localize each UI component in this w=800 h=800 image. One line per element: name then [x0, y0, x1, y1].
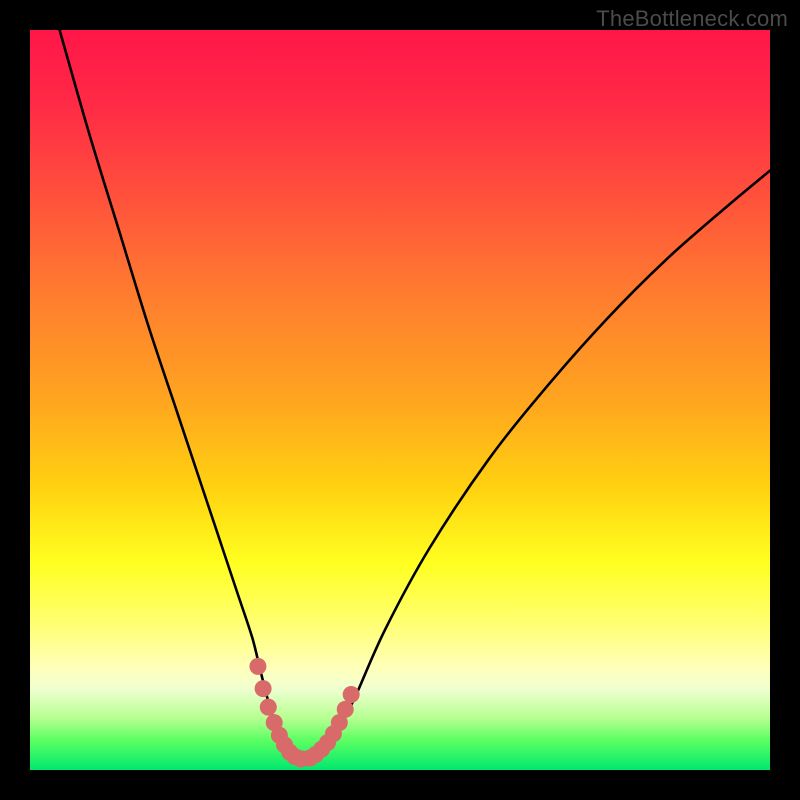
overlay-dot: [343, 686, 360, 703]
outer-frame: TheBottleneck.com: [0, 0, 800, 800]
overlay-dot: [260, 699, 277, 716]
chart-plot-area: [30, 30, 770, 770]
curve-left: [60, 30, 304, 760]
overlay-dot: [255, 680, 272, 697]
overlay-dots-right: [292, 686, 359, 767]
watermark-text: TheBottleneck.com: [596, 6, 788, 32]
chart-curves-svg: [30, 30, 770, 770]
overlay-dot: [337, 701, 354, 718]
overlay-dot: [249, 658, 266, 675]
curve-right: [304, 171, 770, 760]
